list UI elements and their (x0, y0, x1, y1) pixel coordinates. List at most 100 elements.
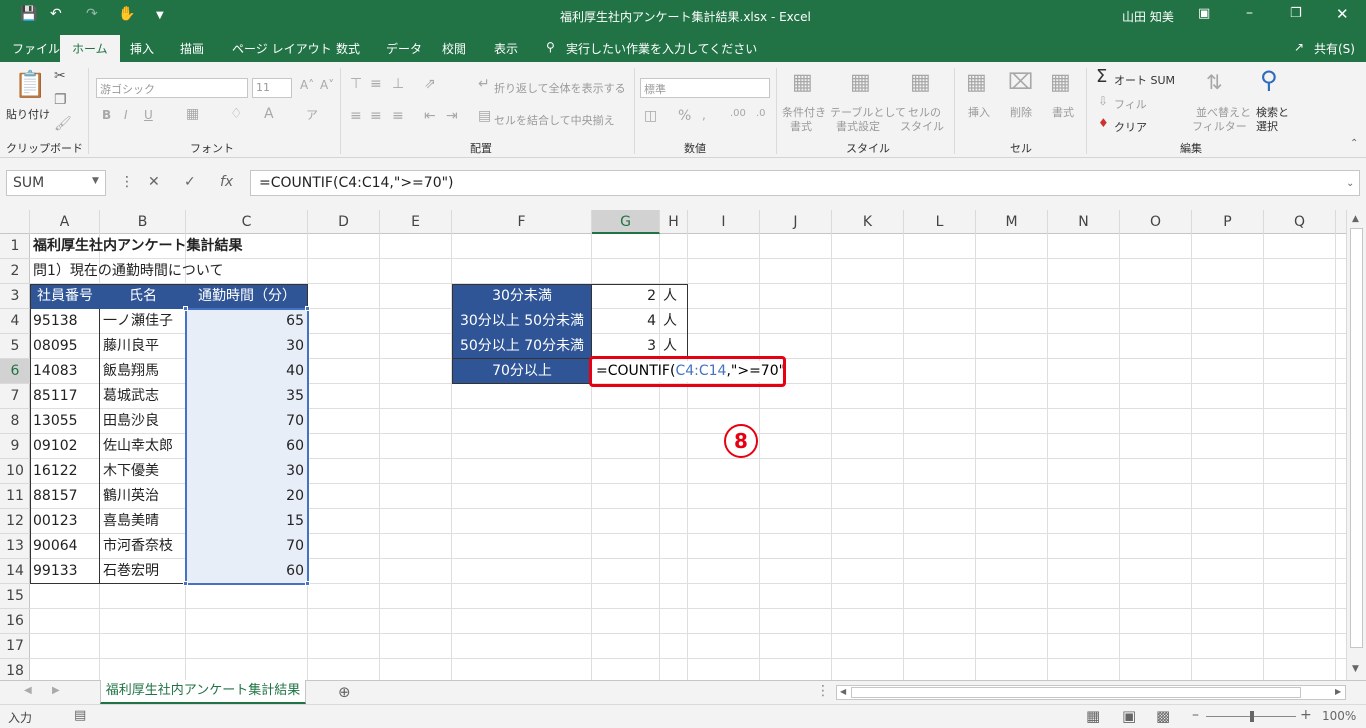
redo-icon[interactable]: ↷ (86, 6, 98, 22)
insert-cells-icon[interactable]: ▦ (966, 70, 987, 95)
row-header-8[interactable]: 8 (0, 409, 30, 434)
fill-icon[interactable]: ⇩ (1098, 94, 1108, 108)
increase-indent-icon[interactable]: ⇥ (446, 108, 458, 124)
delete-cells-button[interactable]: 削除 (1010, 104, 1032, 120)
align-left-icon[interactable]: ≡ (350, 108, 362, 124)
customize-icon[interactable]: ▼ (156, 10, 164, 21)
tab-home[interactable]: ホーム (60, 35, 120, 62)
row-header-14[interactable]: 14 (0, 559, 30, 584)
column-header-h[interactable]: H (660, 210, 688, 234)
new-sheet-icon[interactable]: ⊕ (338, 683, 351, 701)
border-icon[interactable]: ▦ (186, 106, 199, 122)
undo-icon[interactable]: ↶ (50, 6, 62, 22)
align-right-icon[interactable]: ≡ (392, 108, 404, 124)
wrap-text-button[interactable]: 折り返して全体を表示する (494, 80, 626, 96)
column-header-a[interactable]: A (30, 210, 100, 234)
scroll-down-icon[interactable]: ▼ (1352, 664, 1359, 674)
align-bottom-icon[interactable]: ⊥ (392, 76, 404, 92)
comma-icon[interactable]: , (702, 108, 706, 122)
column-header-o[interactable]: O (1120, 210, 1192, 234)
user-name[interactable]: 山田 知美 (1122, 8, 1174, 25)
row-header-11[interactable]: 11 (0, 484, 30, 509)
column-header-c[interactable]: C (186, 210, 308, 234)
phonetic-icon[interactable]: ア (306, 106, 318, 123)
percent-icon[interactable]: % (678, 108, 691, 124)
orientation-icon[interactable]: ⇗ (424, 76, 436, 92)
row-header-17[interactable]: 17 (0, 634, 30, 659)
paste-button[interactable]: 貼り付け (6, 106, 50, 122)
delete-cells-icon[interactable]: ⌧ (1008, 70, 1033, 95)
font-name-select[interactable]: 游ゴシック (96, 78, 248, 98)
decrease-decimal-icon[interactable]: .0 (756, 108, 766, 119)
row-header-13[interactable]: 13 (0, 534, 30, 559)
range-handle[interactable] (183, 306, 188, 311)
column-header-k[interactable]: K (832, 210, 904, 234)
row-header-16[interactable]: 16 (0, 609, 30, 634)
column-header-j[interactable]: J (760, 210, 832, 234)
font-size-select[interactable]: 11 (252, 78, 292, 98)
name-box-dropdown-icon[interactable]: ▼ (92, 176, 99, 186)
row-header-7[interactable]: 7 (0, 384, 30, 409)
touch-icon[interactable]: ✋ (118, 6, 135, 22)
tab-data[interactable]: データ (386, 40, 422, 57)
formula-input[interactable]: =COUNTIF(C4:C14,">=70") (250, 170, 1360, 196)
wrap-text-icon[interactable]: ↵ (478, 76, 490, 92)
column-header-n[interactable]: N (1048, 210, 1120, 234)
tab-insert[interactable]: 挿入 (130, 40, 154, 57)
horizontal-scroll-thumb[interactable] (851, 687, 1301, 698)
insert-cells-button[interactable]: 挿入 (968, 104, 990, 120)
format-painter-icon[interactable]: 🖌 (54, 116, 72, 132)
cell-styles-icon[interactable]: ▦ (910, 70, 931, 95)
merge-center-button[interactable]: セルを結合して中央揃え (494, 112, 615, 128)
column-header-p[interactable]: P (1192, 210, 1264, 234)
sort-filter-icon[interactable]: ⇅ (1206, 70, 1223, 94)
column-header-m[interactable]: M (976, 210, 1048, 234)
column-header-f[interactable]: F (452, 210, 592, 234)
macro-record-icon[interactable]: ▤ (74, 708, 86, 723)
column-header-q[interactable]: Q (1264, 210, 1336, 234)
save-icon[interactable]: 💾 (20, 6, 37, 22)
merge-icon[interactable]: ▤ (478, 108, 491, 124)
row-header-3[interactable]: 3 (0, 284, 30, 309)
underline-icon[interactable]: U (144, 108, 153, 122)
cut-icon[interactable]: ✂ (54, 68, 66, 84)
column-header-e[interactable]: E (380, 210, 452, 234)
zoom-slider-thumb[interactable] (1250, 711, 1254, 722)
tab-draw[interactable]: 描画 (180, 40, 204, 57)
vertical-scroll-thumb[interactable] (1350, 228, 1363, 648)
tab-view[interactable]: 表示 (494, 40, 518, 57)
zoom-out-icon[interactable]: – (1192, 707, 1199, 723)
font-color-icon[interactable]: A (264, 106, 274, 122)
name-box[interactable]: SUM (6, 170, 106, 196)
font-grow-icon[interactable]: A˄ (300, 78, 314, 92)
prev-sheet-icon[interactable]: ◀ (24, 685, 32, 696)
row-header-2[interactable]: 2 (0, 259, 30, 284)
number-format-select[interactable]: 標準 (640, 78, 770, 98)
tab-page-layout[interactable]: ページ レイアウト (232, 40, 332, 57)
tab-review[interactable]: 校閲 (442, 40, 466, 57)
align-middle-icon[interactable]: ≡ (370, 76, 382, 92)
conditional-format-icon[interactable]: ▦ (792, 70, 813, 95)
column-header-g[interactable]: G (592, 210, 660, 234)
row-header-6[interactable]: 6 (0, 359, 30, 384)
zoom-in-icon[interactable]: + (1300, 707, 1312, 723)
scroll-up-icon[interactable]: ▲ (1352, 214, 1359, 224)
next-sheet-icon[interactable]: ▶ (52, 685, 60, 696)
row-header-5[interactable]: 5 (0, 334, 30, 359)
scroll-right-icon[interactable]: ▶ (1335, 687, 1341, 696)
row-header-9[interactable]: 9 (0, 434, 30, 459)
format-cells-icon[interactable]: ▦ (1050, 70, 1071, 95)
italic-icon[interactable]: I (124, 108, 128, 122)
close-icon[interactable]: ✕ (1336, 5, 1349, 23)
format-table-icon[interactable]: ▦ (850, 70, 871, 95)
enter-icon[interactable]: ✓ (184, 174, 196, 190)
horizontal-scrollbar[interactable]: ◀ ▶ (836, 685, 1346, 700)
align-center-icon[interactable]: ≡ (370, 108, 382, 124)
row-header-12[interactable]: 12 (0, 509, 30, 534)
page-layout-view-icon[interactable]: ▣ (1122, 707, 1136, 725)
autosum-icon[interactable]: Σ (1096, 66, 1107, 87)
row-header-10[interactable]: 10 (0, 459, 30, 484)
zoom-level[interactable]: 100% (1322, 709, 1356, 723)
range-handle[interactable] (183, 581, 188, 586)
share-button[interactable]: 共有(S) (1314, 40, 1355, 57)
